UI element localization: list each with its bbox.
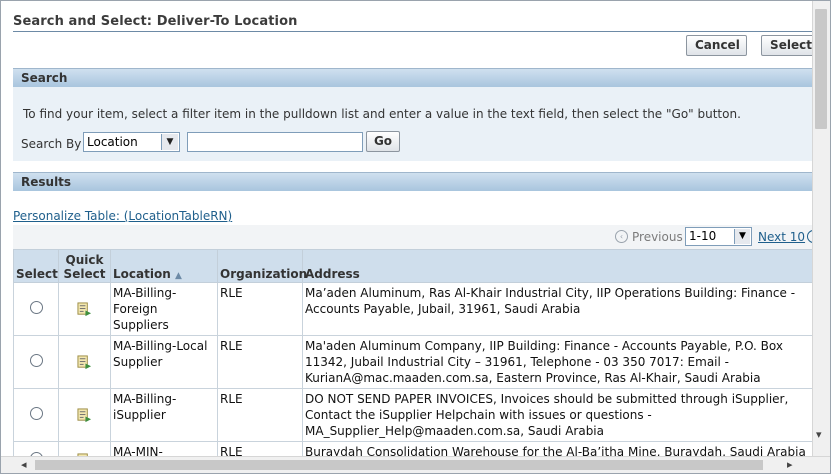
range-value: 1-10 [689, 229, 717, 243]
personalize-table-link[interactable]: Personalize Table: (LocationTableRN) [13, 209, 232, 223]
search-section-header: Search [13, 68, 813, 87]
address-cell: DO NOT SEND PAPER INVOICES, Invoices sho… [302, 388, 813, 442]
scroll-left-icon[interactable]: ◂ [21, 458, 27, 471]
address-cell: Ma’aden Aluminum, Ras Al-Khair Industria… [302, 282, 813, 336]
chevron-down-icon[interactable]: ▼ [734, 229, 750, 244]
horizontal-scrollbar[interactable]: ◂ ▸ [1, 456, 830, 473]
table-header-row: Select Quick Select Location ▲ Organizat… [13, 249, 813, 283]
search-instructions: To find your item, select a filter item … [23, 107, 741, 121]
scroll-right-icon[interactable]: ▸ [787, 458, 793, 471]
column-header-organization: Organization [217, 249, 307, 283]
horizontal-scroll-thumb[interactable] [35, 460, 763, 470]
select-cell [13, 388, 59, 442]
search-input[interactable] [187, 132, 363, 152]
results-section-header: Results [13, 172, 813, 191]
location-cell: MA-Billing-Foreign Suppliers [110, 282, 218, 336]
location-header-label[interactable]: Location [113, 267, 171, 281]
search-by-value: Location [87, 135, 138, 149]
title-divider [13, 31, 813, 32]
range-dropdown[interactable]: 1-10 ▼ [685, 227, 752, 246]
select-cell [13, 282, 59, 336]
go-button[interactable]: Go [366, 131, 400, 152]
location-cell: MA-MIN-CONSOL-WH [110, 441, 218, 457]
quick-select-icon[interactable] [77, 408, 92, 423]
quick-select-header-line2: Select [63, 267, 106, 281]
cancel-button[interactable]: Cancel [686, 35, 747, 56]
location-cell: MA-Billing-iSupplier [110, 388, 218, 442]
select-radio[interactable] [29, 353, 43, 367]
column-header-location[interactable]: Location ▲ [110, 249, 218, 283]
quick-select-icon[interactable] [77, 302, 92, 317]
organization-cell: RLE [217, 335, 303, 389]
select-button[interactable]: Select [761, 35, 813, 56]
table-row: MA-Billing-iSupplier RLE DO NOT SEND PAPER… [13, 388, 813, 442]
select-radio[interactable] [29, 300, 43, 314]
select-cell [13, 441, 59, 457]
organization-cell: RLE [217, 282, 303, 336]
quick-select-cell [58, 335, 111, 389]
select-cell [13, 335, 59, 389]
page-title: Search and Select: Deliver-To Location [13, 14, 298, 29]
quick-select-cell [58, 388, 111, 442]
select-radio[interactable] [29, 406, 43, 420]
table-row: MA-Billing-Foreign Suppliers RLE Ma’aden A… [13, 282, 813, 336]
column-header-address: Address [302, 249, 813, 283]
quick-select-cell [58, 441, 111, 457]
chevron-down-icon[interactable]: ▼ [161, 134, 178, 150]
previous-label: Previous [632, 230, 683, 244]
sort-ascending-icon[interactable]: ▲ [175, 271, 182, 281]
organization-cell: RLE [217, 388, 303, 442]
table-row: MA-Billing-Local Supplier RLE Ma'aden Alum… [13, 335, 813, 389]
quick-select-cell [58, 282, 111, 336]
vertical-scroll-thumb[interactable] [815, 9, 827, 129]
previous-icon: ‹ [615, 230, 628, 243]
location-cell: MA-Billing-Local Supplier [110, 335, 218, 389]
quick-select-icon[interactable] [77, 355, 92, 370]
column-header-quick-select: Quick Select [58, 249, 111, 283]
organization-cell: RLE [217, 441, 303, 457]
search-by-label: Search By [21, 137, 82, 151]
dialog-window: Search and Select: Deliver-To Location C… [0, 0, 831, 474]
vertical-scrollbar[interactable]: ▾ [812, 1, 830, 457]
page-viewport: Search and Select: Deliver-To Location C… [1, 1, 813, 457]
search-by-dropdown[interactable]: Location ▼ [83, 132, 180, 152]
scroll-down-icon[interactable]: ▾ [816, 428, 822, 441]
column-header-select: Select [13, 249, 59, 283]
address-cell: Buraydah Consolidation Warehouse for the… [302, 441, 813, 457]
table-row: MA-MIN-CONSOL-WHRLEBuraydah Consolidatio… [13, 441, 813, 457]
address-cell: Ma'aden Aluminum Company, IIP Building: … [302, 335, 813, 389]
next-link[interactable]: Next 10 [758, 230, 805, 244]
quick-select-header-line1: Quick [65, 253, 104, 267]
results-table: Select Quick Select Location ▲ Organizat… [13, 249, 813, 457]
